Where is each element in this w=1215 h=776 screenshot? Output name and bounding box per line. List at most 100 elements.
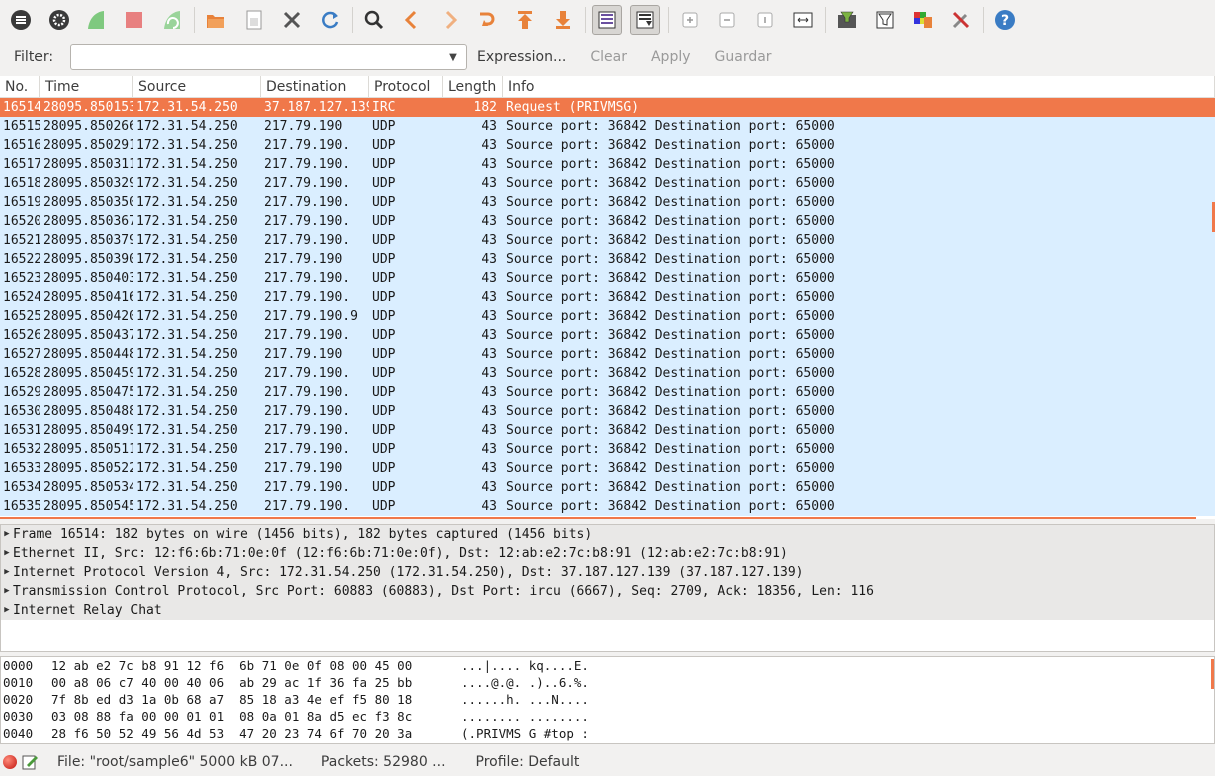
restart-capture-icon[interactable] — [157, 5, 187, 35]
hex-offset[interactable]: 0000 — [1, 657, 51, 674]
capture-comment-icon[interactable] — [21, 753, 39, 771]
cell-proto: UDP — [372, 233, 396, 248]
ascii-bytes[interactable]: (.PRIVMS G #top : — [461, 725, 621, 742]
go-forward-icon[interactable] — [435, 5, 465, 35]
hex-offset[interactable]: 0030 — [1, 708, 51, 725]
table-row[interactable]: 16526 28095.850437 172.31.54.250 217.79.190… — [0, 326, 1215, 345]
packet-list[interactable]: No. Time Source Destination Protocol Len… — [0, 76, 1215, 519]
hex-bytes[interactable]: 00 a8 06 c7 40 00 40 06 ab 29 ac 1f 36 f… — [51, 674, 461, 691]
auto-scroll-icon[interactable] — [630, 5, 660, 35]
column-header-time[interactable]: Time — [40, 76, 133, 97]
tree-item[interactable]: ▶ Internet Relay Chat — [1, 601, 1214, 620]
hex-bytes[interactable]: 7f 8b ed d3 1a 0b 68 a7 85 18 a3 4e ef f… — [51, 691, 461, 708]
expert-info-icon[interactable] — [3, 755, 17, 769]
hex-offset[interactable]: 0010 — [1, 674, 51, 691]
open-file-icon[interactable] — [201, 5, 231, 35]
packet-details-pane[interactable]: ▶ Frame 16514: 182 bytes on wire (1456 bi… — [0, 524, 1215, 652]
column-header-no[interactable]: No. — [0, 76, 40, 97]
table-row[interactable]: 16519 28095.850350 172.31.54.250 217.79.190… — [0, 193, 1215, 212]
column-header-protocol[interactable]: Protocol — [369, 76, 443, 97]
interfaces-icon[interactable] — [6, 5, 36, 35]
tree-item[interactable]: ▶ Transmission Control Protocol, Src Port… — [1, 582, 1214, 601]
table-row[interactable]: 16525 28095.850420 172.31.54.250 217.79.190… — [0, 307, 1215, 326]
start-capture-icon[interactable] — [81, 5, 111, 35]
tree-item-label: Ethernet II, Src: 12:f6:6b:71:0e:0f (12:… — [13, 546, 788, 561]
expand-arrow-icon[interactable]: ▶ — [1, 582, 13, 601]
go-to-packet-icon[interactable] — [472, 5, 502, 35]
expand-arrow-icon[interactable]: ▶ — [1, 525, 13, 544]
table-row[interactable]: 16518 28095.850329 172.31.54.250 217.79.190… — [0, 174, 1215, 193]
table-row[interactable]: 16532 28095.850511 172.31.54.250 217.79.190… — [0, 440, 1215, 459]
table-row[interactable]: 16524 28095.850416 172.31.54.250 217.79.190… — [0, 288, 1215, 307]
column-header-length[interactable]: Length — [443, 76, 503, 97]
cell-proto: UDP — [372, 271, 396, 286]
first-packet-icon[interactable] — [510, 5, 540, 35]
cell-info: Source port: 36842 Destination port: 650… — [506, 195, 835, 210]
table-row[interactable]: 16521 28095.850379 172.31.54.250 217.79.190… — [0, 231, 1215, 250]
ascii-bytes[interactable]: ...|.... kq....E. — [461, 657, 621, 674]
close-file-icon[interactable] — [277, 5, 307, 35]
tree-item[interactable]: ▶ Ethernet II, Src: 12:f6:6b:71:0e:0f (12… — [1, 544, 1214, 563]
ascii-bytes[interactable]: ........ ........ — [461, 708, 621, 725]
table-row[interactable]: 16522 28095.850390 172.31.54.250 217.79.190… — [0, 250, 1215, 269]
stop-capture-icon[interactable] — [119, 5, 149, 35]
table-row[interactable]: 16516 28095.850291 172.31.54.250 217.79.190… — [0, 136, 1215, 155]
coloring-rules-icon[interactable] — [908, 5, 938, 35]
hex-offset[interactable]: 0020 — [1, 691, 51, 708]
table-row[interactable]: 16515 28095.850266 172.31.54.250 217.79.190… — [0, 117, 1215, 136]
filter-input[interactable]: ▼ — [70, 44, 467, 70]
preferences-icon[interactable] — [946, 5, 976, 35]
table-row[interactable]: 16520 28095.850367 172.31.54.250 217.79.190… — [0, 212, 1215, 231]
table-row-selected[interactable]: 16514 28095.850153 172.31.54.250 37.187.127… — [0, 98, 1215, 117]
column-header-destination[interactable]: Destination — [261, 76, 369, 97]
hex-bytes[interactable]: 03 08 88 fa 00 00 01 01 08 0a 01 8a d5 e… — [51, 708, 461, 725]
column-header-info[interactable]: Info — [503, 76, 1215, 97]
table-row[interactable]: 16527 28095.850448 172.31.54.250 217.79.190… — [0, 345, 1215, 364]
expand-arrow-icon[interactable]: ▶ — [1, 601, 13, 620]
table-row[interactable]: 16530 28095.850488 172.31.54.250 217.79.190… — [0, 402, 1215, 421]
table-row[interactable]: 16523 28095.850403 172.31.54.250 217.79.190… — [0, 269, 1215, 288]
normal-size-icon[interactable] — [750, 5, 780, 35]
tree-item[interactable]: ▶ Internet Protocol Version 4, Src: 172.3… — [1, 563, 1214, 582]
packet-rows: 16514 28095.850153 172.31.54.250 37.187.127… — [0, 98, 1215, 516]
go-back-icon[interactable] — [397, 5, 427, 35]
zoom-in-icon[interactable] — [675, 5, 705, 35]
last-packet-icon[interactable] — [548, 5, 578, 35]
table-row[interactable]: 16528 28095.850459 172.31.54.250 217.79.190… — [0, 364, 1215, 383]
tree-item[interactable]: ▶ Frame 16514: 182 bytes on wire (1456 bi… — [1, 525, 1214, 544]
table-row[interactable]: 16531 28095.850499 172.31.54.250 217.79.190… — [0, 421, 1215, 440]
hex-offset[interactable]: 0040 — [1, 725, 51, 742]
expression-button[interactable]: Expression... — [477, 49, 566, 65]
column-header-source[interactable]: Source — [133, 76, 261, 97]
zoom-out-icon[interactable] — [712, 5, 742, 35]
table-row[interactable]: 16517 28095.850311 172.31.54.250 217.79.190… — [0, 155, 1215, 174]
expand-arrow-icon[interactable]: ▶ — [1, 563, 13, 582]
reload-icon[interactable] — [315, 5, 345, 35]
capture-filters-icon[interactable] — [832, 5, 862, 35]
apply-button[interactable]: Apply — [651, 49, 691, 65]
hex-bytes[interactable]: 12 ab e2 7c b8 91 12 f6 6b 71 0e 0f 08 0… — [51, 657, 461, 674]
packet-bytes-pane[interactable]: 0000 12 ab e2 7c b8 91 12 f6 6b 71 0e 0f … — [0, 656, 1215, 744]
expand-arrow-icon[interactable]: ▶ — [1, 544, 13, 563]
scrollbar-thumb[interactable] — [1211, 659, 1214, 689]
table-row[interactable]: 16534 28095.850534 172.31.54.250 217.79.190… — [0, 478, 1215, 497]
cell-info: Source port: 36842 Destination port: 650… — [506, 119, 835, 134]
colorize-icon[interactable] — [592, 5, 623, 35]
status-profile[interactable]: Profile: Default — [476, 754, 580, 770]
clear-button[interactable]: Clear — [590, 49, 627, 65]
display-filters-icon[interactable] — [870, 5, 900, 35]
resize-columns-icon[interactable] — [788, 5, 818, 35]
help-icon[interactable]: ? — [990, 5, 1020, 35]
cell-proto: UDP — [372, 442, 396, 457]
table-row[interactable]: 16535 28095.850545 172.31.54.250 217.79.190… — [0, 497, 1215, 516]
find-packet-icon[interactable] — [359, 5, 389, 35]
save-file-icon[interactable] — [239, 5, 269, 35]
ascii-bytes[interactable]: ......h. ...N.... — [461, 691, 621, 708]
hex-bytes[interactable]: 28 f6 50 52 49 56 4d 53 47 20 23 74 6f 7… — [51, 725, 461, 742]
ascii-bytes[interactable]: ....@.@. .)..6.%. — [461, 674, 621, 691]
save-button[interactable]: Guardar — [715, 49, 772, 65]
table-row[interactable]: 16529 28095.850475 172.31.54.250 217.79.190… — [0, 383, 1215, 402]
options-icon[interactable] — [44, 5, 74, 35]
chevron-down-icon[interactable]: ▼ — [440, 45, 466, 69]
table-row[interactable]: 16533 28095.850522 172.31.54.250 217.79.190… — [0, 459, 1215, 478]
